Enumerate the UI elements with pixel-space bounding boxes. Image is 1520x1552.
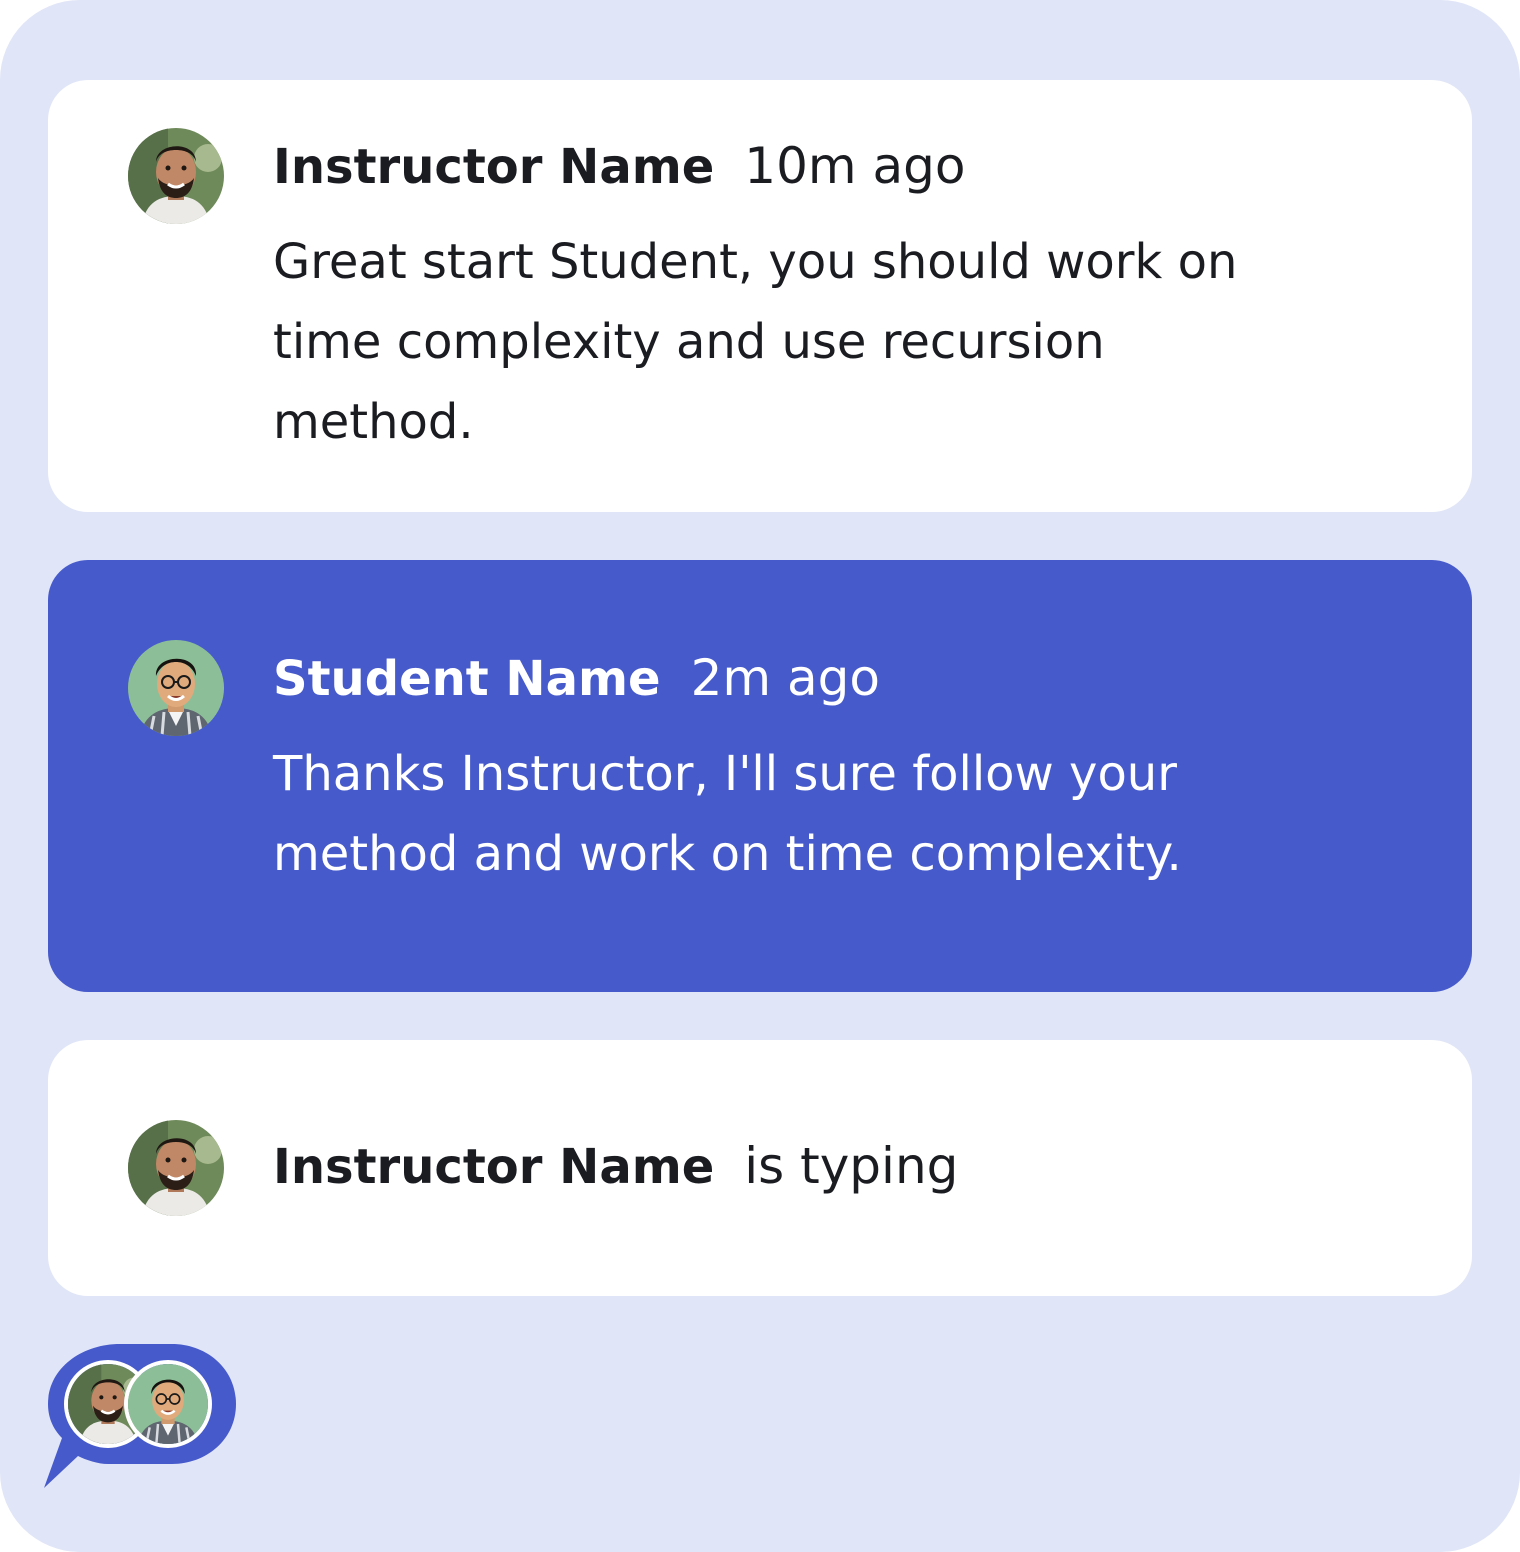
typing-indicator-card: Instructor Name is typing xyxy=(48,1040,1472,1296)
instructor-avatar[interactable] xyxy=(128,1120,224,1216)
message-text: Thanks Instructor, I'll sure follow your… xyxy=(273,734,1363,894)
message-line: method. xyxy=(273,394,474,450)
sender-name[interactable]: Student Name xyxy=(273,651,661,707)
message-line: Great start Student, you should work on xyxy=(273,234,1238,290)
message-line: time complexity and use recursion xyxy=(273,314,1105,370)
typing-status: Instructor Name is typing xyxy=(273,1136,958,1197)
instructor-avatar[interactable] xyxy=(128,128,224,224)
message-card: Student Name 2m ago Thanks Instructor, I'… xyxy=(48,560,1472,992)
message-card: Instructor Name 10m ago Great start Stude… xyxy=(48,80,1472,512)
student-avatar xyxy=(124,1360,212,1448)
typing-text: is typing xyxy=(744,1137,959,1195)
message-text: Great start Student, you should work on … xyxy=(273,222,1363,462)
sender-name[interactable]: Instructor Name xyxy=(273,1139,714,1195)
student-avatar[interactable] xyxy=(128,640,224,736)
message-header: Student Name 2m ago xyxy=(273,648,880,709)
chat-participants-icon[interactable] xyxy=(40,1340,240,1496)
chat-panel: Instructor Name 10m ago Great start Stude… xyxy=(0,0,1520,1552)
message-time: 10m ago xyxy=(744,137,966,195)
message-header: Instructor Name 10m ago xyxy=(273,136,965,197)
message-line: method and work on time complexity. xyxy=(273,826,1182,882)
sender-name[interactable]: Instructor Name xyxy=(273,139,714,195)
message-time: 2m ago xyxy=(690,649,880,707)
message-line: Thanks Instructor, I'll sure follow your xyxy=(273,746,1177,802)
